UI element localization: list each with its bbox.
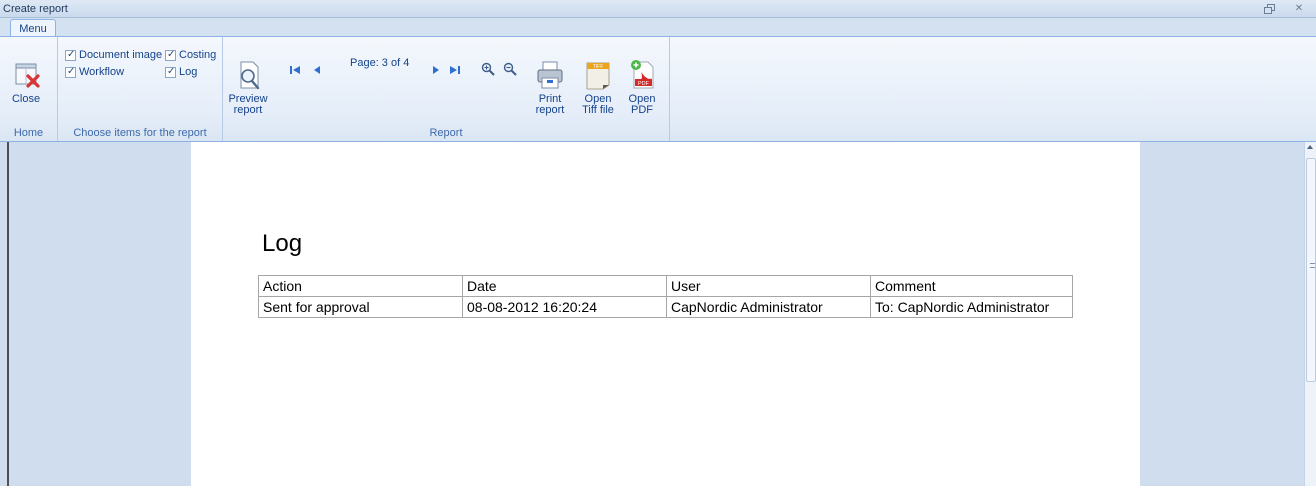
- cell-action: Sent for approval: [258, 296, 463, 318]
- ribbon-group-home: Close Home: [0, 37, 58, 141]
- first-page-icon[interactable]: [289, 64, 301, 76]
- title-bar: Create report ✕: [0, 0, 1316, 18]
- close-window-button[interactable]: ✕: [1292, 2, 1306, 15]
- zoom-out-icon[interactable]: [503, 62, 517, 76]
- tiff-file-icon: TIFF: [582, 59, 614, 91]
- checkbox-workflow[interactable]: Workflow: [65, 66, 124, 78]
- close-x-icon: [10, 59, 42, 91]
- checkbox-box[interactable]: [65, 49, 76, 61]
- restore-icon: [1264, 4, 1275, 14]
- tab-menu[interactable]: Menu: [10, 19, 56, 37]
- checkbox-box[interactable]: [165, 49, 176, 61]
- header-action: Action: [258, 275, 463, 297]
- cell-user: CapNordic Administrator: [666, 296, 871, 318]
- open-pdf-button[interactable]: PDF Open PDF: [623, 59, 661, 116]
- scroll-grip-icon: [1310, 263, 1315, 268]
- group-label-choose-items: Choose items for the report: [73, 127, 207, 139]
- checkbox-label: Log: [179, 66, 198, 78]
- checkbox-document-image[interactable]: Document image: [65, 49, 162, 61]
- group-label-home: Home: [13, 127, 44, 139]
- ribbon: Close Home Document image Costing Workfl…: [0, 36, 1316, 142]
- pdf-label-line2: PDF: [631, 104, 653, 116]
- header-user: User: [666, 275, 871, 297]
- printer-icon: [534, 59, 566, 91]
- vertical-scrollbar[interactable]: [1304, 142, 1316, 486]
- table-row: Sent for approval 08-08-2012 16:20:24 Ca…: [258, 296, 1073, 318]
- print-report-button[interactable]: Print report: [531, 59, 569, 116]
- checkbox-label: Costing: [179, 49, 217, 61]
- ribbon-group-choose-items: Document image Costing Workflow Log Choo…: [58, 37, 223, 141]
- pdf-badge-text: PDF: [638, 81, 650, 87]
- header-date: Date: [462, 275, 667, 297]
- checkbox-costing[interactable]: Costing: [165, 49, 216, 61]
- next-page-icon[interactable]: [430, 64, 442, 76]
- last-page-icon[interactable]: [449, 64, 461, 76]
- cell-date: 08-08-2012 16:20:24: [462, 296, 667, 318]
- preview-label-line2: report: [233, 104, 263, 116]
- scrollbar-thumb[interactable]: [1306, 158, 1316, 382]
- close-label: Close: [11, 93, 41, 105]
- report-preview-area: Log Action Date User Comment Sent for ap…: [0, 142, 1316, 486]
- pdf-file-icon: PDF: [626, 59, 658, 91]
- tiff-label-line2: Tiff file: [582, 104, 614, 116]
- cell-comment: To: CapNordic Administrator: [870, 296, 1073, 318]
- scroll-up-icon[interactable]: [1307, 145, 1313, 149]
- restore-window-button[interactable]: [1262, 2, 1276, 15]
- report-page-title: Log: [262, 230, 303, 257]
- page-indicator: Page: 3 of 4: [350, 57, 410, 69]
- window-title: Create report: [3, 3, 68, 15]
- close-report-button[interactable]: Close: [6, 59, 46, 105]
- log-table: Action Date User Comment Sent for approv…: [258, 275, 1073, 318]
- checkbox-label: Workflow: [79, 66, 125, 78]
- print-label-line2: report: [535, 104, 565, 116]
- tiff-badge-text: TIFF: [593, 64, 604, 70]
- zoom-in-icon[interactable]: [481, 62, 495, 76]
- close-icon: ✕: [1294, 3, 1304, 14]
- report-page: Log Action Date User Comment Sent for ap…: [191, 142, 1140, 486]
- open-tiff-button[interactable]: TIFF Open Tiff file: [577, 59, 619, 116]
- group-label-report: Report: [429, 127, 463, 139]
- checkbox-box[interactable]: [65, 66, 76, 78]
- previous-page-icon[interactable]: [311, 64, 323, 76]
- magnifier-page-icon: [232, 59, 264, 91]
- ribbon-group-report: Preview report Page: 3 of 4 Print report…: [223, 37, 670, 141]
- preview-left-edge: [0, 142, 9, 486]
- preview-report-button[interactable]: Preview report: [227, 59, 269, 116]
- table-header-row: Action Date User Comment: [258, 275, 1073, 297]
- checkbox-label: Document image: [79, 49, 163, 61]
- checkbox-box[interactable]: [165, 66, 176, 78]
- ribbon-tab-strip: Menu: [0, 18, 1316, 37]
- header-comment: Comment: [870, 275, 1073, 297]
- checkbox-log[interactable]: Log: [165, 66, 197, 78]
